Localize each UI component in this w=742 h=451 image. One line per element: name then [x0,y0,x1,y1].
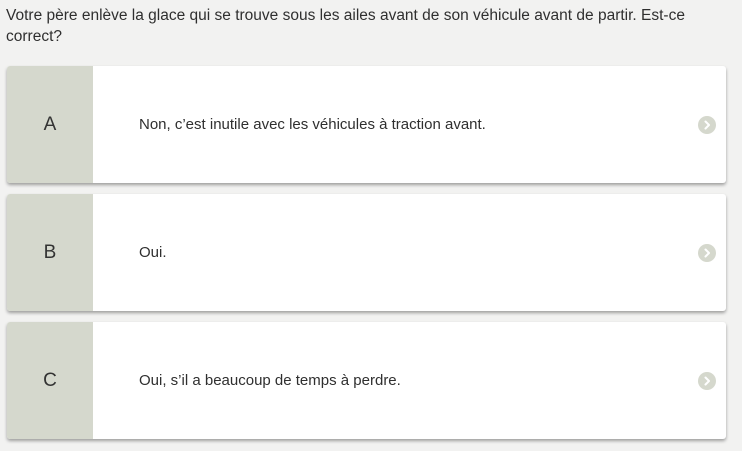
chevron-right-circle-icon[interactable] [698,115,716,134]
answer-option-b[interactable]: B Oui. [7,194,726,311]
option-text: Non, c’est inutile avec les véhicules à … [139,116,486,133]
answer-option-c[interactable]: C Oui, s’il a beaucoup de temps à perdre… [7,322,726,439]
chevron-right-circle-icon[interactable] [698,243,716,262]
option-letter: C [43,369,57,391]
option-letter-box: C [7,322,93,439]
option-text: Oui, s’il a beaucoup de temps à perdre. [139,372,401,389]
answer-options: A Non, c’est inutile avec les véhicules … [7,66,726,450]
option-text: Oui. [139,244,167,261]
option-letter-box: A [7,66,93,183]
answer-option-a[interactable]: A Non, c’est inutile avec les véhicules … [7,66,726,183]
option-letter: A [43,113,57,135]
option-letter: B [43,241,57,263]
question-text: Votre père enlève la glace qui se trouve… [6,7,685,45]
chevron-right-circle-icon[interactable] [698,371,716,390]
option-letter-box: B [7,194,93,311]
